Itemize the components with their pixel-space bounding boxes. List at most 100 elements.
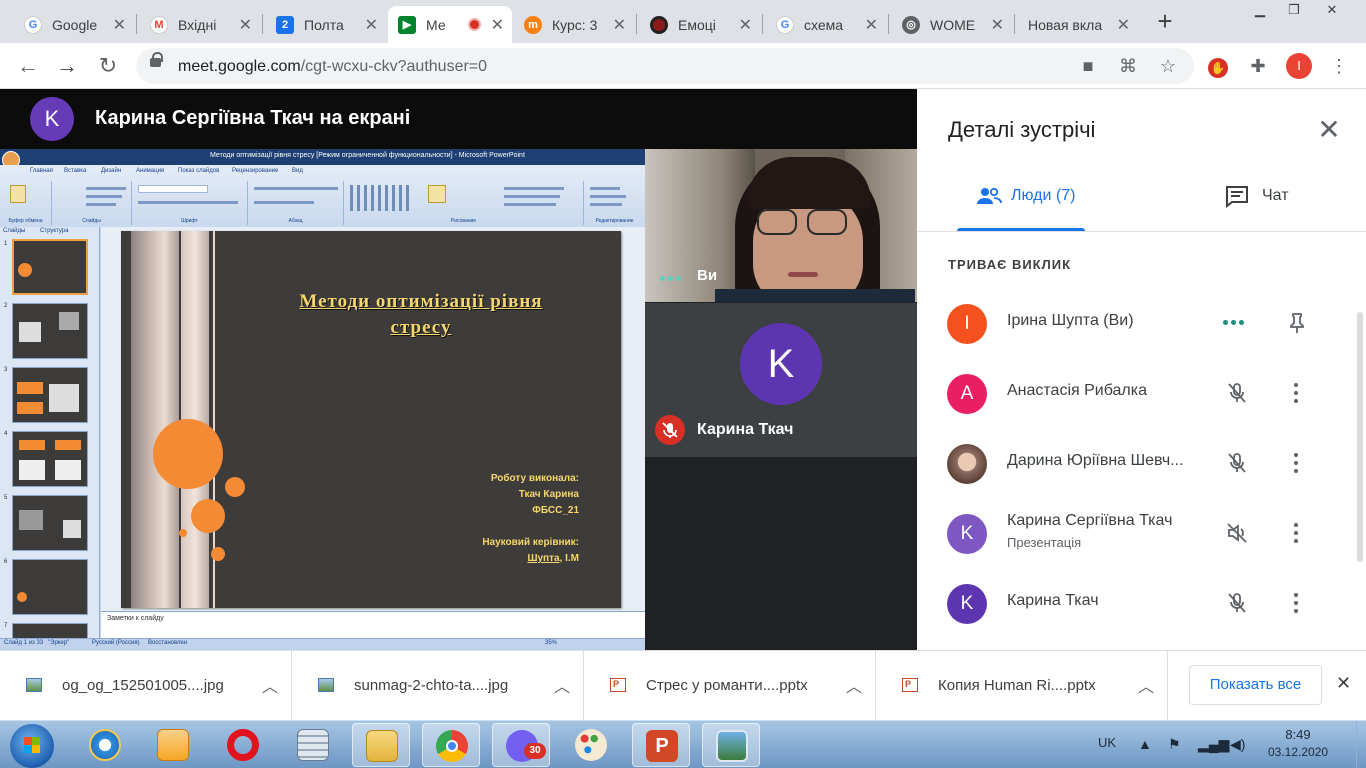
- ribbon-group: Рисование: [344, 181, 584, 225]
- close-tab-icon[interactable]: ✕: [865, 15, 878, 35]
- close-tab-icon[interactable]: ✕: [365, 15, 378, 35]
- url-text[interactable]: meet.google.com/cgt-wcxu-ckv?authuser=0: [178, 58, 487, 76]
- forward-arrow-icon[interactable]: →: [53, 52, 81, 80]
- tab-new[interactable]: Новая вкла ✕: [1018, 6, 1138, 43]
- camera-icon[interactable]: ■: [1074, 52, 1102, 80]
- taskbar-powerpoint[interactable]: P: [632, 723, 690, 767]
- participant-row[interactable]: A Анастасія Рибалка: [917, 359, 1357, 429]
- network-signal-icon[interactable]: ▂▄▆: [1198, 736, 1229, 753]
- self-video-tile[interactable]: Ви: [645, 149, 917, 302]
- slide-notes[interactable]: Заметки к слайду: [101, 611, 645, 638]
- more-options-icon[interactable]: [1291, 451, 1301, 475]
- minimize-window-button[interactable]: ▁: [1246, 0, 1274, 22]
- show-desktop-button[interactable]: [1356, 721, 1366, 768]
- close-tab-icon[interactable]: ✕: [1117, 15, 1130, 35]
- chevron-up-icon[interactable]: ︿: [262, 673, 278, 697]
- volume-icon[interactable]: ◀): [1230, 736, 1245, 753]
- tab-people[interactable]: Люди (7): [975, 184, 1075, 208]
- google-icon: G: [24, 15, 42, 34]
- tab-course[interactable]: m Курс: 3 ✕: [514, 6, 634, 43]
- menu-dots-icon[interactable]: ⋮: [1325, 52, 1353, 80]
- tab-meet-active[interactable]: ▶ Ме ✕: [388, 6, 512, 43]
- download-item[interactable]: og_og_152501005....jpg ︿: [0, 651, 292, 721]
- slide-thumbnail[interactable]: [12, 303, 88, 359]
- taskbar-paint[interactable]: [562, 723, 620, 767]
- slide-thumbnail[interactable]: [12, 495, 88, 551]
- participant-row[interactable]: K Карина Ткач: [917, 569, 1357, 639]
- tab-chat[interactable]: Чат: [1224, 184, 1289, 208]
- student-group: ФБСС_21: [532, 505, 579, 516]
- more-options-icon[interactable]: [1291, 521, 1301, 545]
- action-center-flag-icon[interactable]: ⚑: [1168, 736, 1181, 753]
- current-slide[interactable]: Методи оптимізації рівня стресу Роботу ви…: [121, 231, 621, 608]
- taskbar-photo-viewer[interactable]: [702, 723, 760, 767]
- start-button[interactable]: [10, 724, 54, 768]
- back-arrow-icon[interactable]: ←: [14, 52, 42, 80]
- participant-row[interactable]: K Карина Сергіївна Ткач Презентація: [917, 499, 1357, 569]
- close-window-button[interactable]: ✕: [1318, 0, 1346, 22]
- translate-icon[interactable]: ⌘: [1114, 52, 1142, 80]
- tab-women[interactable]: ◎ WOME ✕: [892, 6, 1012, 43]
- slide-thumbnail[interactable]: [12, 559, 88, 615]
- close-tab-icon[interactable]: ✕: [113, 15, 126, 35]
- download-item[interactable]: Копия Human Ri....pptx ︿: [876, 651, 1168, 721]
- participant-tile[interactable]: K Карина Ткач: [645, 303, 917, 457]
- decor-circle-large: [153, 419, 223, 489]
- taskbar-calculator[interactable]: [284, 723, 342, 767]
- tab-calendar[interactable]: 2 Полта ✕: [266, 6, 386, 43]
- section-heading: ТРИВАЄ ВИКЛИК: [948, 257, 1072, 272]
- slide-thumbnail[interactable]: [12, 431, 88, 487]
- close-tab-icon[interactable]: ✕: [739, 15, 752, 35]
- slide-thumbnail[interactable]: [12, 367, 88, 423]
- new-tab-button[interactable]: +: [1152, 8, 1178, 34]
- powerpoint-icon: P: [646, 730, 678, 762]
- close-tab-icon[interactable]: ✕: [239, 15, 252, 35]
- taskbar-ie[interactable]: [76, 723, 134, 767]
- more-options-icon[interactable]: [1291, 591, 1301, 615]
- close-tab-icon[interactable]: ✕: [991, 15, 1004, 35]
- download-item[interactable]: Стрес у романти....pptx ︿: [584, 651, 876, 721]
- participant-row[interactable]: I Ірина Шупта (Ви): [917, 289, 1357, 359]
- participant-photo: [947, 444, 987, 484]
- pin-icon[interactable]: [1285, 311, 1309, 335]
- shared-screen-powerpoint[interactable]: Методи оптимізації рівня стресу [Режим о…: [0, 149, 645, 650]
- close-tab-icon[interactable]: ✕: [491, 15, 504, 35]
- slide-editor[interactable]: Методи оптимізації рівня стресу Роботу ви…: [101, 227, 645, 638]
- close-tab-icon[interactable]: ✕: [613, 15, 626, 35]
- taskbar-explorer[interactable]: [352, 723, 410, 767]
- system-clock[interactable]: 8:49 03.12.2020: [1268, 727, 1328, 759]
- image-file-icon: [318, 678, 334, 692]
- tab-google[interactable]: G Google ✕: [14, 6, 134, 43]
- close-downloads-icon[interactable]: ✕: [1336, 673, 1351, 694]
- outline-tab[interactable]: Структура: [40, 228, 68, 234]
- show-all-downloads-button[interactable]: Показать все: [1189, 665, 1322, 705]
- chevron-up-icon[interactable]: ︿: [554, 673, 570, 697]
- tab-emotions[interactable]: Емоці ✕: [640, 6, 760, 43]
- panel-scrollbar[interactable]: [1357, 312, 1363, 562]
- download-item[interactable]: sunmag-2-chto-ta....jpg ︿: [292, 651, 584, 721]
- adblock-icon[interactable]: ✋: [1204, 52, 1232, 80]
- taskbar-chrome[interactable]: [422, 723, 480, 767]
- chevron-up-icon[interactable]: ︿: [846, 673, 862, 697]
- ribbon-group: Слайды: [52, 181, 132, 225]
- more-options-icon[interactable]: [1291, 381, 1301, 405]
- chevron-up-icon[interactable]: ︿: [1138, 673, 1154, 697]
- tab-gmail[interactable]: M Вхідні ✕: [140, 6, 260, 43]
- language-indicator[interactable]: UK: [1098, 735, 1116, 750]
- restore-window-button[interactable]: ❐: [1280, 0, 1308, 22]
- tray-expand-icon[interactable]: ▲: [1138, 736, 1152, 752]
- profile-avatar[interactable]: I: [1286, 53, 1312, 79]
- lock-icon: [150, 52, 163, 67]
- address-bar[interactable]: meet.google.com/cgt-wcxu-ckv?authuser=0 …: [136, 48, 1194, 84]
- taskbar-opera[interactable]: [214, 723, 272, 767]
- close-panel-icon[interactable]: ✕: [1313, 114, 1345, 146]
- taskbar-media[interactable]: [144, 723, 202, 767]
- extensions-puzzle-icon[interactable]: ✚: [1244, 52, 1272, 80]
- bookmark-star-icon[interactable]: ☆: [1154, 52, 1182, 80]
- participant-row[interactable]: Дарина Юріївна Шевч...: [917, 429, 1357, 499]
- slides-tab[interactable]: Слайды: [3, 228, 25, 234]
- mic-off-icon: [1225, 591, 1249, 615]
- tab-schema[interactable]: G схема ✕: [766, 6, 886, 43]
- reload-icon[interactable]: ↻: [94, 52, 122, 80]
- slide-thumbnail[interactable]: [12, 239, 88, 295]
